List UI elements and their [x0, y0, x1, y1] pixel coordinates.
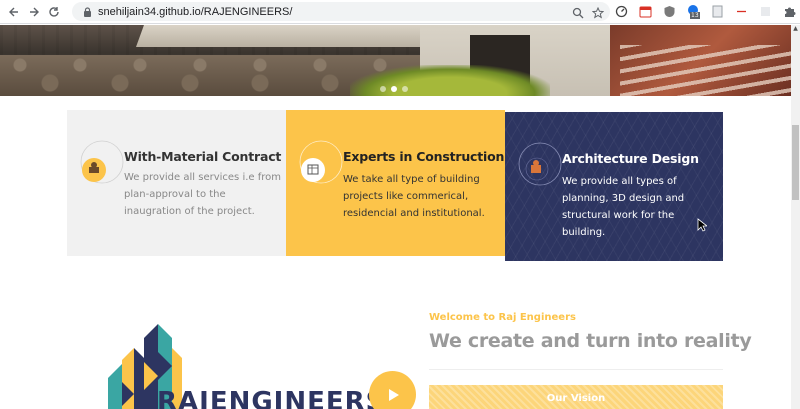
- back-icon[interactable]: [4, 2, 24, 22]
- welcome-subtitle: Welcome to Raj Engineers: [429, 312, 576, 323]
- carousel-dot-active[interactable]: [391, 86, 397, 92]
- url-text[interactable]: snehiljain34.github.io/RAJENGINEERS/: [98, 6, 292, 18]
- carousel-dot[interactable]: [380, 86, 386, 92]
- reload-icon[interactable]: [44, 2, 64, 22]
- forward-icon[interactable]: [24, 2, 44, 22]
- shield-icon[interactable]: [660, 2, 678, 20]
- browser-toolbar: snehiljain34.github.io/RAJENGINEERS/ 13: [0, 0, 800, 24]
- card-title: Experts in Construction: [343, 149, 505, 164]
- scroll-up-arrow[interactable]: ▲: [792, 25, 799, 33]
- abp-icon[interactable]: [732, 2, 750, 20]
- page-scrollbar[interactable]: ▲: [791, 25, 800, 409]
- card-title: With-Material Contract: [124, 149, 282, 164]
- divider: [429, 369, 723, 370]
- plan-icon: [299, 140, 343, 184]
- performance-icon[interactable]: [612, 2, 630, 20]
- lock-icon[interactable]: [78, 6, 96, 17]
- scroll-thumb[interactable]: [792, 125, 799, 200]
- zoom-icon[interactable]: [572, 4, 584, 23]
- carousel-indicators: [380, 86, 408, 92]
- about-headline: We create and turn into reality: [429, 330, 752, 352]
- feature-card-construction: Experts in Construction We take all type…: [286, 110, 505, 256]
- card-description: We provide all services i.e from plan-ap…: [124, 172, 281, 217]
- hero-carousel[interactable]: [0, 25, 791, 96]
- extension-icon[interactable]: 13: [684, 2, 702, 20]
- hero-roof: [135, 25, 465, 47]
- star-icon[interactable]: [591, 4, 605, 23]
- play-icon: [388, 388, 399, 401]
- card-description: We take all type of building projects li…: [343, 174, 485, 219]
- vision-tab[interactable]: Our Vision: [429, 385, 723, 409]
- leaf-icon[interactable]: [756, 2, 774, 20]
- feature-card-material-contract: With-Material Contract We provide all se…: [67, 110, 286, 256]
- carousel-dot[interactable]: [402, 86, 408, 92]
- worker-icon: [80, 140, 124, 184]
- page-icon[interactable]: [708, 2, 726, 20]
- brand-name: RAJENGINEERS: [157, 387, 386, 409]
- puzzle-icon[interactable]: [780, 2, 798, 20]
- vision-label[interactable]: Our Vision: [547, 393, 605, 404]
- play-video-button[interactable]: [369, 371, 416, 409]
- card-title: Architecture Design: [562, 151, 699, 166]
- calendar-icon[interactable]: [636, 2, 654, 20]
- architect-icon: [518, 142, 562, 186]
- feature-card-architecture: Architecture Design We provide all types…: [505, 112, 723, 261]
- mouse-cursor-icon: [697, 217, 709, 232]
- extension-badge: 13: [690, 12, 700, 19]
- hero-facade-slats: [620, 45, 791, 96]
- address-bar[interactable]: snehiljain34.github.io/RAJENGINEERS/: [72, 2, 610, 21]
